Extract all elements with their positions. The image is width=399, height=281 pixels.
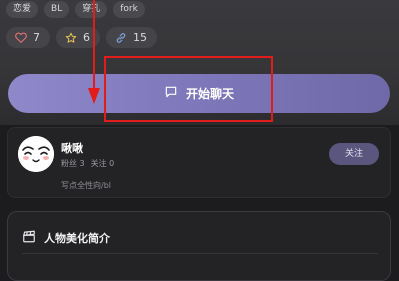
creator-name[interactable]: 啾啾	[61, 140, 83, 156]
intro-title: 人物美化简介	[44, 231, 110, 245]
start-chat-label: 开始聊天	[185, 87, 234, 101]
fans-count: 粉丝 3	[61, 159, 85, 168]
tag[interactable]: 恋爱	[6, 1, 39, 18]
follow-button[interactable]: 关注	[329, 143, 379, 165]
intro-card: 人物美化简介	[7, 211, 391, 281]
likes-stat[interactable]: 7	[6, 27, 50, 48]
tag[interactable]: 穿孔	[75, 1, 108, 18]
following-count: 关注 0	[90, 159, 115, 168]
creator-card: 啾啾 粉丝 3 关注 0 写点全性向/bl 关注	[7, 127, 391, 198]
intro-header: 人物美化简介	[22, 228, 110, 247]
start-chat-button[interactable]: 开始聊天	[8, 74, 390, 113]
creator-meta: 粉丝 3 关注 0	[61, 158, 114, 169]
tag-list: 恋爱 BL 穿孔 fork	[6, 1, 145, 18]
star-icon	[65, 32, 77, 44]
creator-description: 写点全性向/bl	[61, 181, 111, 190]
avatar[interactable]	[18, 136, 54, 172]
clapperboard-icon	[22, 228, 36, 247]
links-count: 15	[133, 31, 147, 44]
stars-count: 6	[83, 31, 90, 44]
tag[interactable]: fork	[113, 1, 145, 18]
likes-count: 7	[33, 31, 40, 44]
divider	[22, 253, 378, 254]
stars-stat[interactable]: 6	[56, 27, 100, 48]
chat-bubble-icon	[164, 85, 178, 102]
heart-icon	[15, 32, 27, 43]
links-stat[interactable]: 15	[106, 27, 157, 48]
stat-list: 7 6 15	[6, 27, 157, 48]
link-icon	[115, 32, 127, 44]
tag[interactable]: BL	[44, 1, 70, 18]
